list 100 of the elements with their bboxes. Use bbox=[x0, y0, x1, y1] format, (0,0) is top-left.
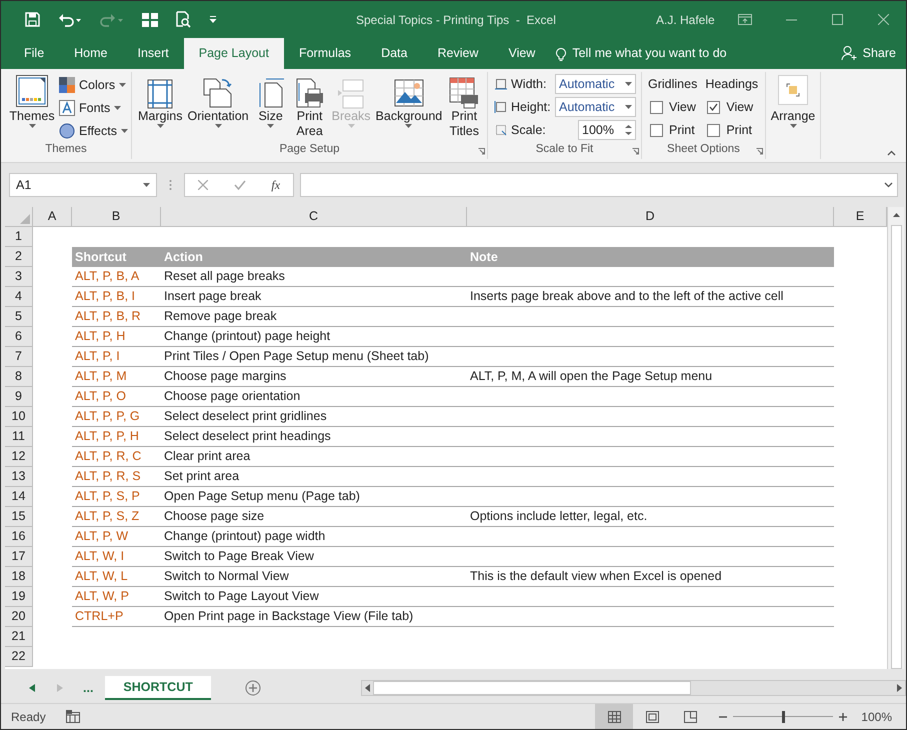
zoom-slider-thumb[interactable] bbox=[782, 710, 786, 722]
page-setup-button[interactable]: Background bbox=[374, 75, 444, 128]
checkbox-label: View bbox=[726, 98, 754, 116]
sheet-option-heading: Headings bbox=[705, 76, 758, 93]
ribbon-tab[interactable]: Home bbox=[59, 38, 122, 69]
share-button[interactable]: Share bbox=[840, 44, 896, 63]
checkbox[interactable] bbox=[707, 124, 720, 136]
table-cell-text: Choose page size bbox=[163, 508, 266, 526]
dialog-launcher-icon[interactable] bbox=[632, 148, 639, 155]
dialog-launcher-icon[interactable] bbox=[478, 148, 485, 155]
dialog-launcher-icon[interactable] bbox=[756, 148, 763, 155]
print-preview-icon[interactable] bbox=[176, 11, 191, 28]
ribbon-tab[interactable]: View bbox=[493, 38, 550, 69]
table-cell-text: Change (printout) page height bbox=[163, 328, 332, 346]
spinner-arrows-icon bbox=[625, 124, 632, 136]
checkbox[interactable] bbox=[650, 100, 663, 114]
zoom-in-icon[interactable] bbox=[839, 712, 848, 720]
row-header[interactable]: 20 bbox=[5, 607, 33, 627]
page-setup-button[interactable]: Print Area bbox=[290, 75, 329, 139]
row-header[interactable]: 4 bbox=[5, 287, 33, 307]
save-icon[interactable] bbox=[25, 12, 40, 27]
ribbon-tab[interactable]: Formulas bbox=[284, 38, 366, 69]
view-button[interactable] bbox=[595, 704, 634, 729]
cancel-icon[interactable] bbox=[198, 180, 208, 190]
scale-dropdown[interactable]: Automatic bbox=[555, 74, 636, 94]
insert-function-button[interactable]: fx bbox=[271, 176, 280, 194]
ribbon-tab[interactable]: Data bbox=[366, 38, 422, 69]
collapse-ribbon-icon[interactable] bbox=[887, 150, 896, 156]
customize-toolbar-icon[interactable] bbox=[209, 16, 217, 23]
row-header[interactable]: 5 bbox=[5, 307, 33, 327]
zoom-level[interactable]: 100% bbox=[861, 708, 892, 726]
dropdown-caret-icon bbox=[625, 105, 632, 109]
page-layout-view-icon bbox=[646, 710, 659, 722]
row-header[interactable]: 17 bbox=[5, 547, 33, 567]
arrange-button[interactable]: Arrange bbox=[766, 72, 820, 128]
row-header[interactable]: 16 bbox=[5, 527, 33, 547]
row-header[interactable]: 9 bbox=[5, 387, 33, 407]
add-sheet-icon[interactable] bbox=[244, 680, 261, 696]
checkbox[interactable] bbox=[650, 124, 663, 136]
scale-dropdown[interactable]: Automatic bbox=[555, 97, 636, 117]
column-header[interactable]: A bbox=[33, 207, 72, 226]
row-header[interactable]: 11 bbox=[5, 427, 33, 447]
row-header[interactable]: 22 bbox=[5, 647, 33, 667]
page-setup-button[interactable]: Orientation bbox=[185, 75, 251, 128]
more-sheets-button[interactable]: ... bbox=[83, 678, 94, 698]
column-header[interactable]: B bbox=[72, 207, 161, 226]
macro-record-icon[interactable] bbox=[66, 710, 80, 723]
row-header[interactable]: 3 bbox=[5, 267, 33, 287]
table-cell-text: Reset all page breaks bbox=[163, 268, 286, 286]
sheet-tab[interactable]: SHORTCUT bbox=[105, 676, 211, 700]
row-header[interactable]: 21 bbox=[5, 627, 33, 647]
theme-option-button[interactable]: Fonts bbox=[59, 98, 128, 118]
dropdown-caret-icon bbox=[143, 183, 150, 187]
row-header[interactable]: 8 bbox=[5, 367, 33, 387]
row-header[interactable]: 14 bbox=[5, 487, 33, 507]
page-setup-button[interactable]: Margins bbox=[136, 75, 184, 128]
row-header[interactable]: 10 bbox=[5, 407, 33, 427]
group-label: Page Setup bbox=[279, 142, 340, 158]
theme-option-button[interactable]: Colors bbox=[59, 75, 128, 95]
tell-me-search[interactable]: Tell me what you want to do bbox=[556, 38, 727, 69]
previous-sheet-icon[interactable] bbox=[29, 684, 35, 692]
scale-option-icon bbox=[494, 77, 508, 91]
row-header[interactable]: 15 bbox=[5, 507, 33, 527]
row-header[interactable]: 6 bbox=[5, 327, 33, 347]
theme-option-button[interactable]: Effects bbox=[59, 121, 128, 141]
row-header[interactable]: 7 bbox=[5, 347, 33, 367]
table-cell-text: Change (printout) page width bbox=[163, 528, 326, 546]
row-header[interactable]: 18 bbox=[5, 567, 33, 587]
table-grid-icon[interactable] bbox=[142, 12, 158, 26]
checkbox[interactable] bbox=[707, 100, 720, 114]
status-text: Ready bbox=[11, 708, 46, 726]
themes-button[interactable]: Themes bbox=[9, 75, 55, 141]
ribbon-display-icon bbox=[738, 14, 752, 25]
row-header[interactable]: 12 bbox=[5, 447, 33, 467]
undo-icon[interactable] bbox=[58, 12, 82, 26]
name-box[interactable]: A1 bbox=[9, 173, 157, 197]
checkmark-icon[interactable] bbox=[234, 180, 246, 190]
ribbon-tab[interactable]: Insert bbox=[122, 38, 184, 69]
user-name: A.J. Hafele bbox=[656, 12, 715, 29]
table-cell-text: ALT, P, W bbox=[74, 528, 130, 546]
page-setup-button[interactable]: Size bbox=[252, 75, 290, 128]
row-header[interactable]: 2 bbox=[5, 247, 33, 267]
scale-spinner[interactable]: 100% bbox=[578, 120, 636, 140]
vertical-scrollbar[interactable] bbox=[887, 207, 904, 669]
row-header[interactable]: 19 bbox=[5, 587, 33, 607]
row-header[interactable]: 1 bbox=[5, 227, 33, 247]
ribbon-tab[interactable]: Page Layout bbox=[184, 38, 284, 69]
page-margins-icon bbox=[147, 79, 174, 109]
formula-input[interactable] bbox=[300, 173, 898, 197]
column-header[interactable]: D bbox=[467, 207, 834, 226]
table-cell-text: Options include letter, legal, etc. bbox=[469, 508, 648, 526]
zoom-slider[interactable] bbox=[733, 710, 834, 722]
horizontal-scrollbar[interactable] bbox=[360, 680, 906, 696]
table-cell-text: Inserts page break above and to the left of the active cell bbox=[469, 288, 784, 306]
column-header[interactable]: C bbox=[161, 207, 467, 226]
page-setup-button[interactable]: Print Titles bbox=[445, 75, 484, 139]
row-header[interactable]: 13 bbox=[5, 467, 33, 487]
table-cell-text: ALT, W, L bbox=[74, 568, 129, 586]
ribbon-tab[interactable]: Review bbox=[422, 38, 494, 69]
ribbon-tab[interactable]: File bbox=[9, 38, 60, 69]
